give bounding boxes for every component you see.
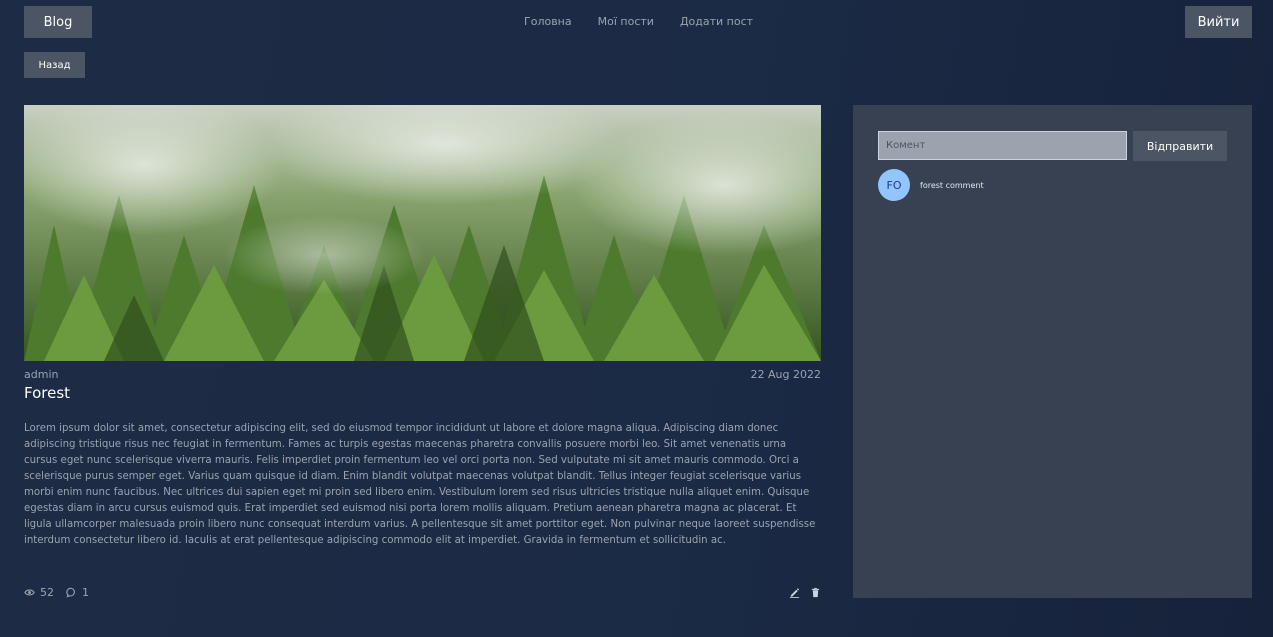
logo-button[interactable]: Blog: [24, 6, 92, 38]
post-body: Lorem ipsum dolor sit amet, consectetur …: [24, 423, 816, 546]
main-nav: Головна Мої пости Додати пост: [524, 15, 753, 28]
logout-button[interactable]: Вийти: [1185, 6, 1252, 38]
avatar: FO: [878, 169, 910, 201]
post-author: admin: [24, 368, 59, 381]
send-comment-button[interactable]: Відправити: [1133, 131, 1227, 161]
post-actions: [789, 587, 821, 598]
nav-add-post[interactable]: Додати пост: [680, 15, 753, 28]
comments-stat: 1: [66, 586, 89, 599]
back-button[interactable]: Назад: [24, 52, 85, 78]
forest-image: [24, 105, 821, 361]
nav-my-posts[interactable]: Мої пости: [598, 15, 654, 28]
trash-icon[interactable]: [810, 587, 821, 598]
views-stat: 52: [24, 586, 54, 599]
views-count: 52: [40, 586, 54, 599]
post: admin 22 Aug 2022 Forest Lorem ipsum dol…: [24, 105, 821, 599]
comment-text: forest comment: [920, 180, 984, 190]
comments-panel: Відправити FO forest comment: [853, 105, 1252, 598]
eye-icon: [24, 587, 35, 598]
comment-input[interactable]: [878, 131, 1127, 160]
post-date: 22 Aug 2022: [750, 368, 821, 381]
nav-home[interactable]: Головна: [524, 15, 572, 28]
post-image: [24, 105, 821, 361]
comment-item: FO forest comment: [878, 169, 984, 201]
comments-count: 1: [82, 586, 89, 599]
post-footer: 52 1: [24, 586, 821, 599]
post-title: Forest: [24, 384, 71, 402]
pencil-icon[interactable]: [789, 587, 800, 598]
comment-icon: [66, 587, 77, 598]
post-meta: admin 22 Aug 2022: [24, 368, 821, 381]
post-stats: 52 1: [24, 586, 95, 599]
